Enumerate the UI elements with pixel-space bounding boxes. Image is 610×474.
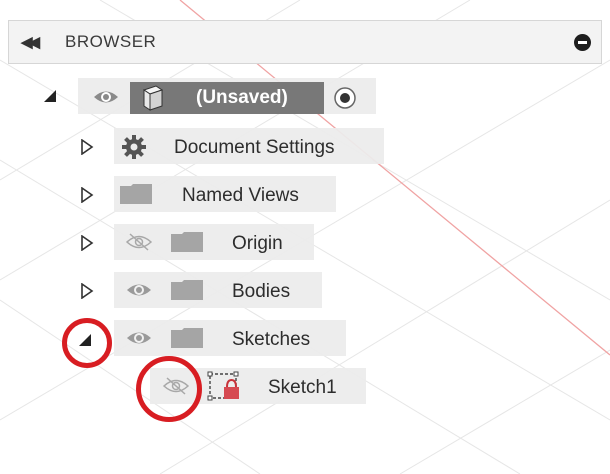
- eye-icon[interactable]: [125, 328, 153, 348]
- tree-item-label: Sketches: [232, 329, 311, 350]
- folder-icon: [171, 328, 203, 348]
- double-chevron-left-icon[interactable]: ◀◀: [21, 33, 40, 51]
- radio-active-icon[interactable]: [332, 85, 358, 111]
- tree-item-label: Named Views: [182, 185, 299, 206]
- eye-icon[interactable]: [92, 87, 120, 107]
- tree-item-label: Sketch1: [268, 377, 337, 398]
- expand-triangle-icon[interactable]: [80, 187, 94, 203]
- sketch-locked-icon: [207, 371, 239, 401]
- tree-item-label: Document Settings: [174, 137, 335, 158]
- browser-title: BROWSER: [65, 32, 157, 51]
- folder-icon: [171, 232, 203, 252]
- expand-triangle-icon[interactable]: [80, 139, 94, 155]
- expand-triangle-icon[interactable]: [80, 283, 94, 299]
- eye-hidden-icon[interactable]: [125, 232, 153, 252]
- highlight-circle-expand: [62, 318, 112, 368]
- component-icon: [142, 85, 164, 111]
- tree-item-label: Bodies: [232, 281, 291, 302]
- expand-triangle-icon[interactable]: [80, 235, 94, 251]
- tree-item-label: Origin: [232, 233, 283, 254]
- folder-icon: [120, 184, 152, 204]
- eye-icon[interactable]: [125, 280, 153, 300]
- folder-icon: [171, 280, 203, 300]
- gear-icon: [122, 135, 146, 159]
- highlight-circle-visibility: [136, 356, 202, 422]
- expand-triangle-icon[interactable]: [44, 90, 56, 102]
- minus-circle-icon[interactable]: [574, 34, 591, 51]
- browser-header: ◀◀ BROWSER: [8, 20, 602, 64]
- tree-root-label: (Unsaved): [196, 87, 288, 108]
